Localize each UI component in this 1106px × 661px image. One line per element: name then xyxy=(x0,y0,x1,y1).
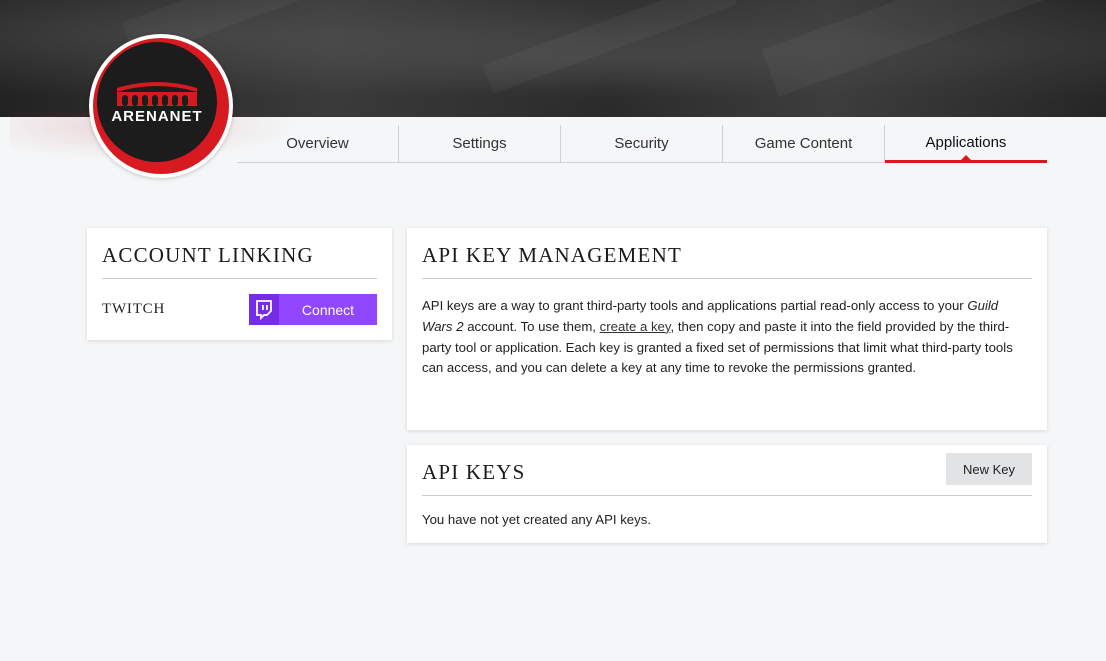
tab-security[interactable]: Security xyxy=(561,125,723,162)
logo-text: ARENANET xyxy=(111,108,203,125)
new-key-button[interactable]: New Key xyxy=(946,453,1032,485)
account-linking-title: ACCOUNT LINKING xyxy=(102,243,377,279)
empty-keys-message: You have not yet created any API keys. xyxy=(422,512,651,527)
api-keys-card: API KEYS New Key You have not yet create… xyxy=(407,445,1047,543)
connect-label: Connect xyxy=(301,301,355,318)
arenanet-logo[interactable]: ARENANET xyxy=(89,34,233,178)
tab-settings[interactable]: Settings xyxy=(399,125,561,162)
api-description: API keys are a way to grant third-party … xyxy=(422,298,1013,376)
create-key-link[interactable]: create a key xyxy=(600,319,671,334)
api-key-management-card: API KEY MANAGEMENT API keys are a way to… xyxy=(407,228,1047,430)
tab-applications[interactable]: Applications xyxy=(885,125,1047,163)
tab-overview[interactable]: Overview xyxy=(237,125,399,162)
twitch-icon xyxy=(249,294,279,325)
account-tabs: Overview Settings Security Game Content … xyxy=(237,125,1047,163)
twitch-row: TWITCH Connect xyxy=(102,294,377,325)
api-management-title: API KEY MANAGEMENT xyxy=(422,243,1032,279)
arena-icon xyxy=(117,82,197,106)
tab-game-content[interactable]: Game Content xyxy=(723,125,885,162)
twitch-connect-button[interactable]: Connect xyxy=(249,294,377,325)
account-linking-card: ACCOUNT LINKING TWITCH Connect xyxy=(87,228,392,340)
twitch-label: TWITCH xyxy=(102,301,166,317)
api-keys-title: API KEYS xyxy=(422,460,1032,496)
